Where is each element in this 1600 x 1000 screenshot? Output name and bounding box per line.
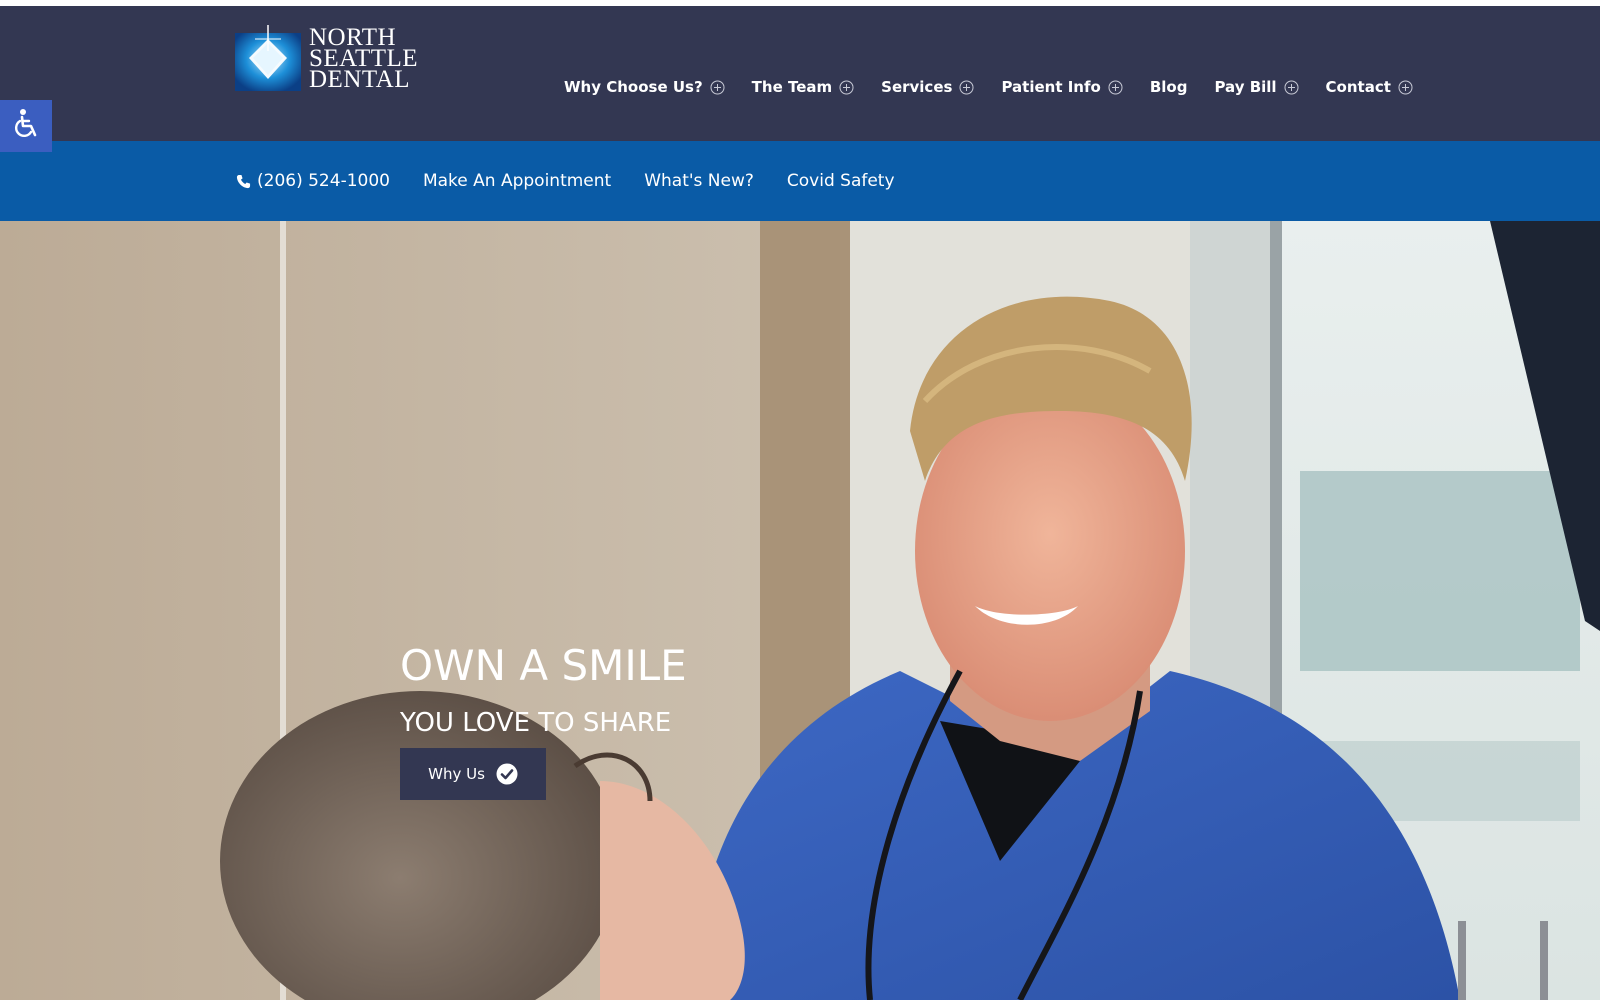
hero-subtitle: YOU LOVE TO SHARE bbox=[400, 708, 672, 738]
nav-item-services[interactable]: Services bbox=[881, 78, 974, 96]
site-logo[interactable]: NORTH SEATTLE DENTAL bbox=[235, 20, 418, 96]
nav-item-label: The Team bbox=[751, 78, 833, 96]
hero-title: OWN A SMILE bbox=[400, 641, 687, 690]
nav-item-label: Services bbox=[881, 78, 953, 96]
hero-text: OWN A SMILE YOU LOVE TO SHARE Why Us bbox=[400, 641, 687, 800]
nav-item-the-team[interactable]: The Team bbox=[752, 78, 854, 96]
plus-circle-icon bbox=[959, 80, 974, 95]
plus-circle-icon bbox=[1108, 80, 1123, 95]
nav-item-blog[interactable]: Blog bbox=[1150, 78, 1188, 96]
covid-safety-link[interactable]: Covid Safety bbox=[787, 171, 895, 191]
hero-section: OWN A SMILE YOU LOVE TO SHARE Why Us bbox=[0, 221, 1600, 1000]
nav-item-label: Pay Bill bbox=[1214, 78, 1277, 96]
why-us-button-label: Why Us bbox=[428, 765, 485, 783]
phone-link[interactable]: (206) 524-1000 bbox=[236, 171, 390, 191]
hero-photo bbox=[0, 221, 1600, 1000]
nav-item-patient-info[interactable]: Patient Info bbox=[1001, 78, 1123, 96]
plus-circle-icon bbox=[839, 80, 854, 95]
nav-item-label: Patient Info bbox=[1001, 78, 1101, 96]
secondary-nav: (206) 524-1000 Make An Appointment What'… bbox=[236, 141, 928, 221]
secondary-bar: (206) 524-1000 Make An Appointment What'… bbox=[0, 141, 1600, 221]
plus-circle-icon bbox=[710, 80, 725, 95]
nav-item-label: Blog bbox=[1149, 78, 1188, 96]
nav-item-why-choose-us[interactable]: Why Choose Us? bbox=[564, 78, 725, 96]
accessibility-button[interactable] bbox=[0, 100, 52, 152]
nav-item-label: Contact bbox=[1325, 78, 1391, 96]
diamond-logo-icon bbox=[235, 25, 301, 91]
make-appointment-link[interactable]: Make An Appointment bbox=[423, 171, 611, 191]
main-nav: Why Choose Us? The Team Services Patient… bbox=[564, 72, 1413, 102]
site-header: NORTH SEATTLE DENTAL Why Choose Us? The … bbox=[0, 6, 1600, 141]
plus-circle-icon bbox=[1284, 80, 1299, 95]
phone-icon bbox=[236, 174, 251, 189]
wheelchair-icon bbox=[10, 108, 42, 145]
check-circle-icon bbox=[496, 763, 518, 785]
logo-line: DENTAL bbox=[309, 65, 410, 93]
logo-wordmark: NORTH SEATTLE DENTAL bbox=[309, 25, 418, 93]
nav-item-pay-bill[interactable]: Pay Bill bbox=[1214, 78, 1299, 96]
whats-new-link[interactable]: What's New? bbox=[644, 171, 754, 191]
plus-circle-icon bbox=[1398, 80, 1413, 95]
nav-item-label: Why Choose Us? bbox=[564, 78, 703, 96]
why-us-button[interactable]: Why Us bbox=[400, 748, 546, 800]
phone-number: (206) 524-1000 bbox=[257, 171, 390, 191]
nav-item-contact[interactable]: Contact bbox=[1326, 78, 1413, 96]
